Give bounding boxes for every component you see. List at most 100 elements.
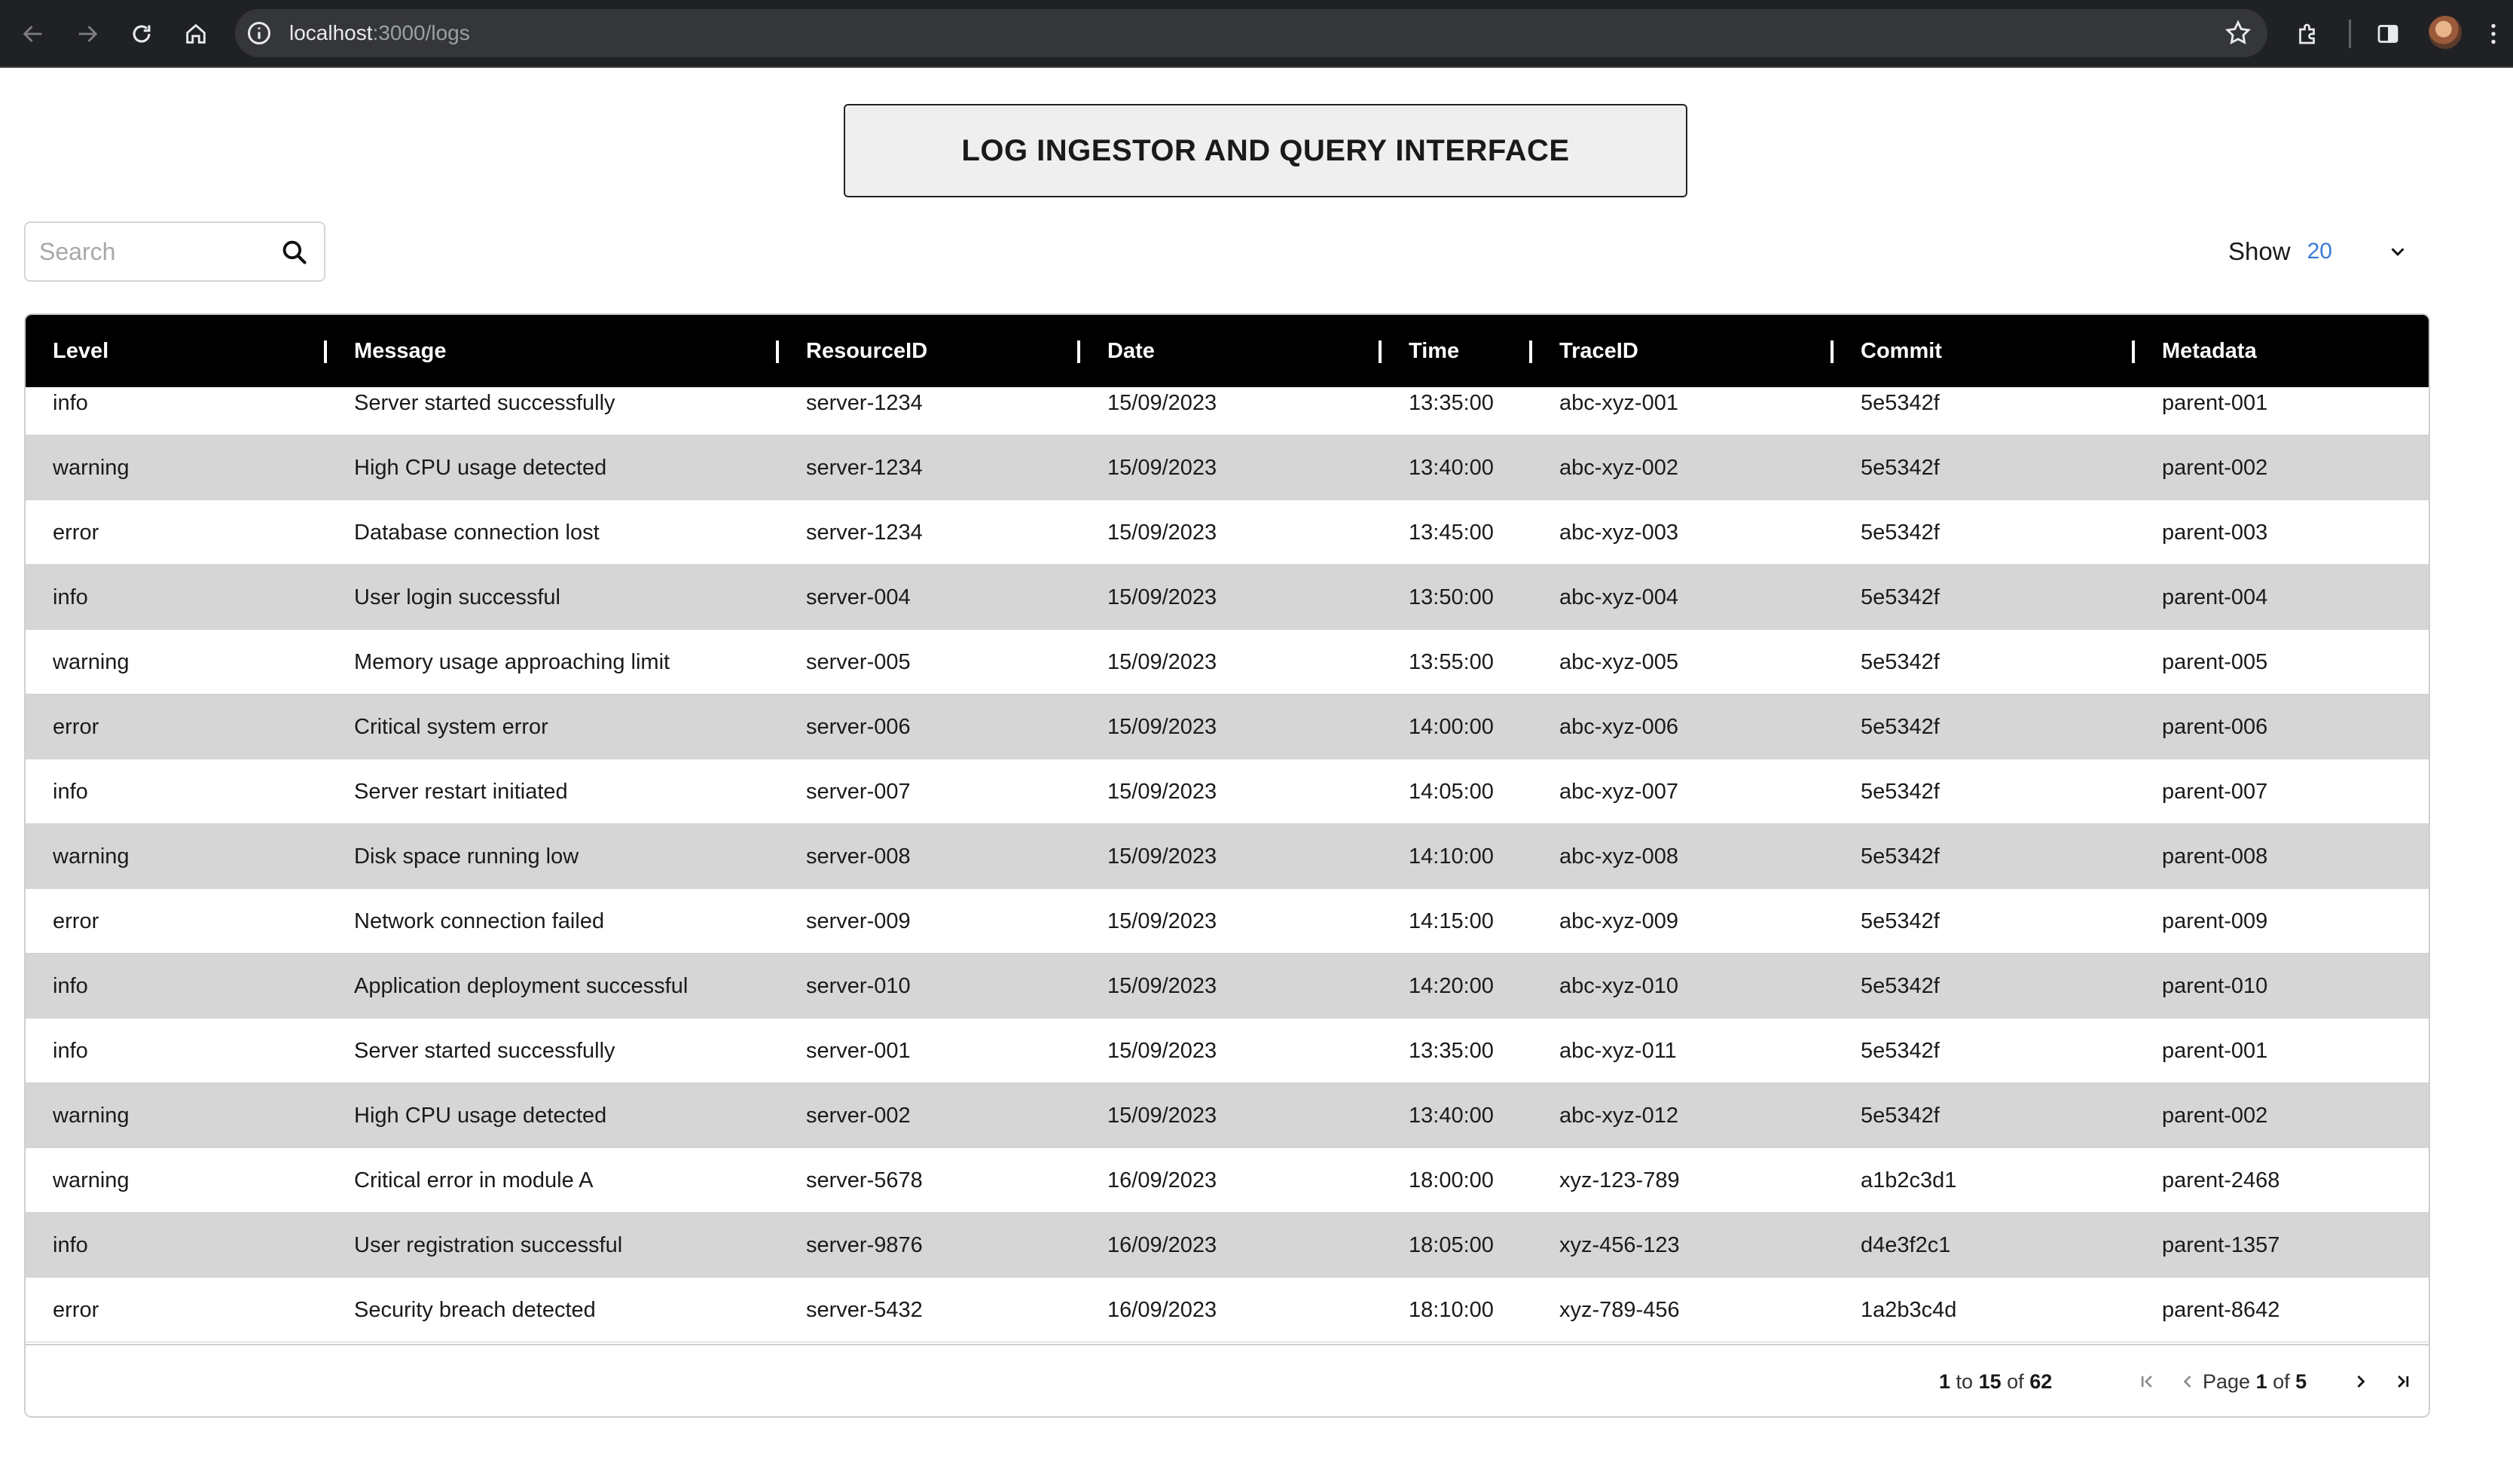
cell-resourceid: server-006 xyxy=(806,715,911,739)
page-indicator: Page 1 of 5 xyxy=(2203,1370,2307,1393)
search-icon[interactable] xyxy=(280,238,309,267)
cell-date: 16/09/2023 xyxy=(1107,1298,1217,1322)
table-row[interactable]: info User registration successful server-9… xyxy=(26,1213,2429,1278)
column-resize-handle[interactable] xyxy=(1379,340,1382,363)
back-icon[interactable] xyxy=(15,16,51,52)
forward-icon[interactable] xyxy=(69,16,105,52)
table-row[interactable]: warning Memory usage approaching limit ser… xyxy=(26,630,2429,695)
table-row[interactable]: error Security breach detected server-5432… xyxy=(26,1278,2429,1342)
cell-level: warning xyxy=(53,456,130,480)
table-row[interactable]: info Application deployment successful ser… xyxy=(26,954,2429,1018)
cell-commit: 5e5342f xyxy=(1861,715,1940,739)
row-range: 1 to 15 of 62 xyxy=(1939,1370,2053,1393)
cell-commit: a1b2c3d1 xyxy=(1861,1168,1957,1192)
table-row[interactable]: error Critical system error server-006 15/0… xyxy=(26,695,2429,759)
cell-commit: 5e5342f xyxy=(1861,780,1940,804)
column-resize-handle[interactable] xyxy=(2132,340,2135,363)
next-page-icon[interactable] xyxy=(2347,1368,2374,1395)
cell-message: High CPU usage detected xyxy=(354,1104,607,1128)
reload-icon[interactable] xyxy=(124,16,160,52)
cell-time: 14:05:00 xyxy=(1409,780,1494,804)
first-page-icon[interactable] xyxy=(2133,1368,2160,1395)
cell-level: info xyxy=(53,780,88,804)
cell-time: 13:55:00 xyxy=(1409,650,1494,674)
cell-metadata: parent-002 xyxy=(2162,1104,2268,1128)
column-resize-handle[interactable] xyxy=(1529,340,1532,363)
cell-message: Network connection failed xyxy=(354,909,605,933)
prev-page-icon[interactable] xyxy=(2174,1368,2201,1395)
table-row[interactable]: warning Critical error in module A server-… xyxy=(26,1148,2429,1213)
address-bar[interactable]: localhost:3000/logs xyxy=(235,9,2267,57)
cell-commit: 5e5342f xyxy=(1861,844,1940,869)
page-size-select[interactable]: Show 20 xyxy=(2228,226,2409,277)
profile-avatar[interactable] xyxy=(2429,16,2462,49)
cell-metadata: parent-006 xyxy=(2162,715,2268,739)
cell-resourceid: server-002 xyxy=(806,1104,911,1128)
column-resize-handle[interactable] xyxy=(324,340,327,363)
cell-date: 15/09/2023 xyxy=(1107,780,1217,804)
cell-time: 14:20:00 xyxy=(1409,974,1494,998)
cell-date: 15/09/2023 xyxy=(1107,1039,1217,1063)
cell-resourceid: server-001 xyxy=(806,1039,911,1063)
cell-date: 15/09/2023 xyxy=(1107,974,1217,998)
cell-traceid: abc-xyz-011 xyxy=(1559,1039,1677,1063)
cell-message: User login successful xyxy=(354,585,560,609)
column-resize-handle[interactable] xyxy=(776,340,779,363)
cell-message: Server started successfully xyxy=(354,391,615,415)
cell-resourceid: server-009 xyxy=(806,909,911,933)
cell-commit: 5e5342f xyxy=(1861,1104,1940,1128)
table-row[interactable]: info Server started successfully server-00… xyxy=(26,1018,2429,1083)
cell-time: 13:40:00 xyxy=(1409,1104,1494,1128)
table-row[interactable]: warning Disk space running low server-008 1… xyxy=(26,824,2429,889)
table-row[interactable]: error Network connection failed server-009… xyxy=(26,889,2429,954)
table-row[interactable]: error Database connection lost server-1234… xyxy=(26,500,2429,565)
cell-commit: 5e5342f xyxy=(1861,1039,1940,1063)
cell-traceid: abc-xyz-012 xyxy=(1559,1104,1678,1128)
table-row[interactable]: info User login successful server-004 15/09… xyxy=(26,565,2429,630)
cell-time: 14:15:00 xyxy=(1409,909,1494,933)
cell-date: 16/09/2023 xyxy=(1107,1233,1217,1257)
cell-message: Memory usage approaching limit xyxy=(354,650,670,674)
cell-commit: 5e5342f xyxy=(1861,909,1940,933)
bookmark-star-icon[interactable] xyxy=(2224,19,2252,47)
table-row[interactable]: info Server started successfully server-12… xyxy=(26,371,2429,435)
table-row[interactable]: warning High CPU usage detected server-002… xyxy=(26,1083,2429,1148)
last-page-icon[interactable] xyxy=(2389,1368,2417,1395)
browser-menu-icon[interactable] xyxy=(2475,16,2511,52)
cell-date: 16/09/2023 xyxy=(1107,1168,1217,1192)
cell-message: Database connection lost xyxy=(354,521,600,545)
cell-level: error xyxy=(53,715,99,739)
search-field[interactable] xyxy=(24,221,325,282)
cell-time: 13:35:00 xyxy=(1409,391,1494,415)
url-text: localhost:3000/logs xyxy=(289,21,470,44)
cell-traceid: abc-xyz-003 xyxy=(1559,521,1678,545)
side-panel-icon[interactable] xyxy=(2370,16,2406,52)
cell-level: info xyxy=(53,1233,88,1257)
cell-date: 15/09/2023 xyxy=(1107,391,1217,415)
cell-commit: 5e5342f xyxy=(1861,974,1940,998)
cell-traceid: abc-xyz-005 xyxy=(1559,650,1678,674)
cell-message: Security breach detected xyxy=(354,1298,596,1322)
cell-commit: d4e3f2c1 xyxy=(1861,1233,1951,1257)
cell-traceid: abc-xyz-007 xyxy=(1559,780,1678,804)
search-input[interactable] xyxy=(39,223,280,280)
extensions-icon[interactable] xyxy=(2290,16,2326,52)
table-row[interactable]: warning High CPU usage detected server-123… xyxy=(26,435,2429,500)
home-icon[interactable] xyxy=(178,16,214,52)
column-resize-handle[interactable] xyxy=(1831,340,1834,363)
browser-toolbar: localhost:3000/logs xyxy=(0,0,2513,68)
page-size-value[interactable]: 20 xyxy=(2307,239,2332,264)
cell-metadata: parent-001 xyxy=(2162,391,2268,415)
column-resize-handle[interactable] xyxy=(1077,340,1080,363)
cell-traceid: xyz-123-789 xyxy=(1559,1168,1680,1192)
cell-time: 18:00:00 xyxy=(1409,1168,1494,1192)
site-info-icon[interactable] xyxy=(246,20,273,47)
table-row[interactable]: info Server restart initiated server-007 15… xyxy=(26,759,2429,824)
chevron-down-icon[interactable] xyxy=(2386,240,2409,263)
cell-traceid: abc-xyz-009 xyxy=(1559,909,1678,933)
cell-traceid: abc-xyz-008 xyxy=(1559,844,1678,869)
cell-resourceid: server-010 xyxy=(806,974,911,998)
toolbar-divider xyxy=(2349,20,2351,48)
cell-metadata: parent-2468 xyxy=(2162,1168,2280,1192)
cell-time: 18:05:00 xyxy=(1409,1233,1494,1257)
